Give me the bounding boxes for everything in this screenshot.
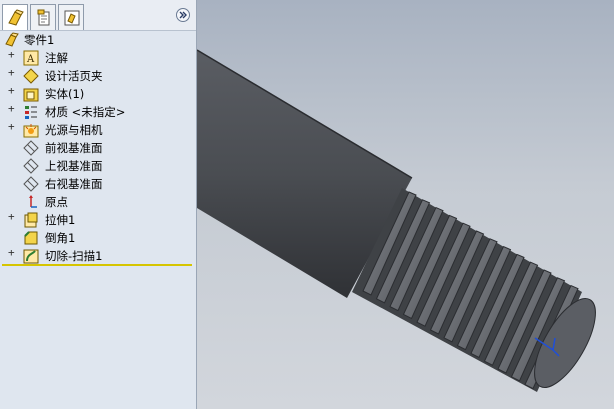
cut-sweep-icon xyxy=(23,249,39,264)
configurationmanager-icon xyxy=(64,10,80,26)
tree-item-label: 拉伸1 xyxy=(45,213,76,227)
chamfer-icon xyxy=(24,231,38,245)
tree-item-label: 倒角1 xyxy=(45,231,76,245)
featuremanager-tab[interactable] xyxy=(2,4,28,30)
expand-plus-icon[interactable] xyxy=(8,69,16,78)
tree-item-chamfer[interactable]: 倒角1 xyxy=(0,229,196,247)
tree-item-label: 右视基准面 xyxy=(45,177,103,191)
plane-icon xyxy=(23,158,39,174)
tree-item-design-binder[interactable]: 设计活页夹 xyxy=(0,67,196,85)
material-icon xyxy=(25,106,37,119)
tree-item-label: 实体(1) xyxy=(45,87,85,101)
tree-item-material[interactable]: 材质 <未指定> xyxy=(0,103,196,121)
tree-item-label: 上视基准面 xyxy=(45,159,103,173)
tree-item-label: 材质 <未指定> xyxy=(45,105,126,119)
propertymanager-icon xyxy=(37,9,50,26)
tree-item-label: 原点 xyxy=(45,195,68,209)
lights-cameras-icon xyxy=(23,124,39,138)
tree-item-label: 前视基准面 xyxy=(45,141,103,155)
svg-text:A: A xyxy=(26,54,35,65)
tree-item-solid-bodies[interactable]: 实体(1) xyxy=(0,85,196,103)
tree-item-label: 设计活页夹 xyxy=(45,69,103,83)
solid-bodies-icon xyxy=(23,88,39,102)
expand-plus-icon[interactable] xyxy=(8,249,16,258)
tree-item-annotations[interactable]: A 注解 xyxy=(0,49,196,67)
expand-plus-icon[interactable] xyxy=(8,105,16,114)
design-binder-icon xyxy=(23,68,39,84)
tree-item-cut-sweep[interactable]: 切除-扫描1 xyxy=(0,247,196,265)
feature-manager-pane: 零件1 A 注解 设计活页夹 实体(1) xyxy=(0,0,197,409)
expand-plus-icon[interactable] xyxy=(8,213,16,222)
manager-tab-bar xyxy=(0,0,196,31)
tree-item-extrude[interactable]: 拉伸1 xyxy=(0,211,196,229)
tree-item-label: 注解 xyxy=(45,51,68,65)
part-icon xyxy=(5,32,19,47)
tree-item-front-plane[interactable]: 前视基准面 xyxy=(0,139,196,157)
origin-icon xyxy=(29,195,37,208)
tree-item-origin[interactable]: 原点 xyxy=(0,193,196,211)
expand-plus-icon[interactable] xyxy=(8,123,16,132)
tree-root-part[interactable]: 零件1 xyxy=(0,31,196,49)
threaded-rod-model[interactable] xyxy=(197,0,614,409)
tree-root-label: 零件1 xyxy=(24,33,55,47)
graphics-area[interactable] xyxy=(197,0,614,409)
extrude-icon xyxy=(24,212,38,228)
tree-item-top-plane[interactable]: 上视基准面 xyxy=(0,157,196,175)
tree-item-right-plane[interactable]: 右视基准面 xyxy=(0,175,196,193)
configurationmanager-tab[interactable] xyxy=(58,4,84,30)
rollback-bar[interactable] xyxy=(2,264,192,266)
annotations-icon: A xyxy=(23,50,39,66)
double-chevron-right-icon[interactable] xyxy=(176,8,190,22)
featuremanager-icon xyxy=(8,9,24,26)
tree-item-lights-cameras[interactable]: 光源与相机 xyxy=(0,121,196,139)
plane-icon xyxy=(23,140,39,156)
tree-item-label: 切除-扫描1 xyxy=(45,249,103,263)
plane-icon xyxy=(23,176,39,192)
tree-item-label: 光源与相机 xyxy=(45,123,103,137)
feature-tree: 零件1 A 注解 设计活页夹 实体(1) xyxy=(0,31,196,409)
expand-plus-icon[interactable] xyxy=(8,51,16,60)
expand-plus-icon[interactable] xyxy=(8,87,16,96)
propertymanager-tab[interactable] xyxy=(30,4,56,30)
